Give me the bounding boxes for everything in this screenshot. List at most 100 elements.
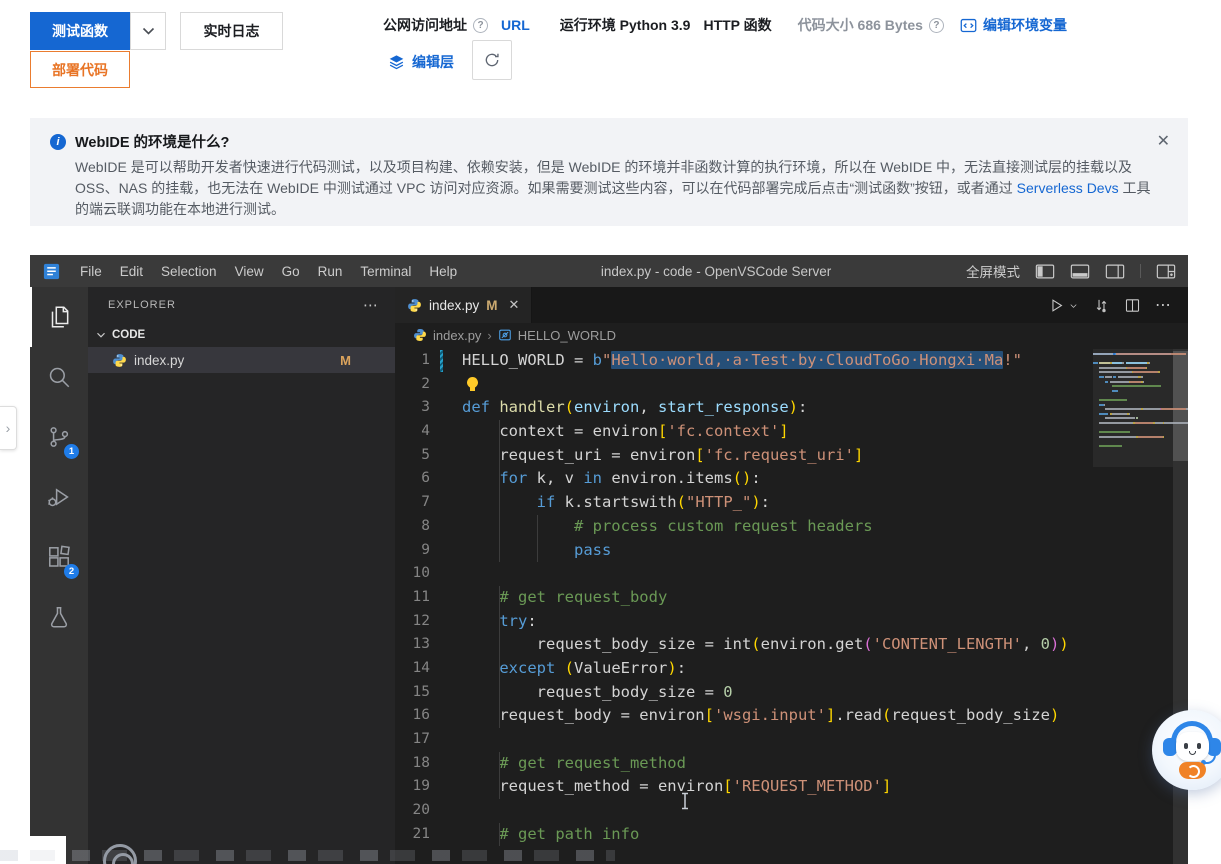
test-function-dropdown[interactable] bbox=[130, 12, 166, 50]
code-line-5[interactable]: 5 request_uri = environ['fc.request_uri'… bbox=[395, 444, 1188, 468]
workspace-section-code[interactable]: CODE bbox=[88, 323, 395, 347]
line-number: 13 bbox=[395, 633, 430, 657]
toggle-sidebar-icon[interactable] bbox=[1035, 263, 1055, 280]
breadcrumb-file[interactable]: index.py bbox=[433, 328, 481, 343]
code-line-13[interactable]: 13 request_body_size = int(environ.get('… bbox=[395, 633, 1188, 657]
window-title: index.py - code - OpenVSCode Server bbox=[466, 264, 966, 279]
refresh-button[interactable] bbox=[472, 40, 512, 80]
realtime-logs-button[interactable]: 实时日志 bbox=[180, 12, 283, 50]
code-line-14[interactable]: 14 except (ValueError): bbox=[395, 657, 1188, 681]
close-icon[interactable]: ✕ bbox=[1157, 131, 1170, 151]
code-line-17[interactable]: 17 bbox=[395, 728, 1188, 752]
headphone-ear-icon bbox=[1163, 738, 1177, 756]
testing-activity-icon[interactable] bbox=[30, 587, 88, 647]
breadcrumb-symbol[interactable]: HELLO_WORLD bbox=[518, 328, 616, 343]
code-line-8[interactable]: 8 # process custom request headers bbox=[395, 515, 1188, 539]
line-number: 16 bbox=[395, 704, 430, 728]
code-line-1[interactable]: 1HELLO_WORLD = b"Hello·world,·a·Test·by·… bbox=[395, 349, 1188, 373]
close-tab-icon[interactable]: ✕ bbox=[509, 297, 520, 313]
line-number: 15 bbox=[395, 681, 430, 705]
minimap-line bbox=[1093, 436, 1171, 438]
line-number: 10 bbox=[395, 562, 430, 586]
minimap-line bbox=[1093, 445, 1171, 447]
git-modified-badge: M bbox=[340, 353, 351, 368]
edit-layers-link[interactable]: 编辑层 bbox=[412, 52, 454, 72]
code-line-6[interactable]: 6 for k, v in environ.items(): bbox=[395, 467, 1188, 491]
code-line-18[interactable]: 18 # get request_method bbox=[395, 752, 1188, 776]
divider bbox=[1140, 264, 1141, 278]
symbol-variable-icon bbox=[498, 328, 512, 342]
minimap-line bbox=[1093, 422, 1171, 424]
menu-run[interactable]: Run bbox=[309, 264, 352, 279]
menu-help[interactable]: Help bbox=[420, 264, 466, 279]
minimap-line bbox=[1093, 427, 1171, 429]
code-line-20[interactable]: 20 bbox=[395, 799, 1188, 823]
run-debug-activity-icon[interactable] bbox=[30, 467, 88, 527]
tab-bar: index.py M ✕ ⋯ bbox=[395, 287, 1188, 323]
robot-body bbox=[1179, 762, 1206, 779]
menu-terminal[interactable]: Terminal bbox=[351, 264, 420, 279]
code-line-10[interactable]: 10 bbox=[395, 562, 1188, 586]
menu-edit[interactable]: Edit bbox=[111, 264, 152, 279]
more-actions-icon[interactable]: ⋯ bbox=[363, 296, 379, 314]
more-actions-icon[interactable]: ⋯ bbox=[1155, 295, 1172, 315]
minimap-line bbox=[1093, 417, 1171, 419]
menu-file[interactable]: File bbox=[71, 264, 111, 279]
code-line-7[interactable]: 7 if k.startswith("HTTP_"): bbox=[395, 491, 1188, 515]
code-line-16[interactable]: 16 request_body = environ['wsgi.input'].… bbox=[395, 704, 1188, 728]
page: 测试函数 实时日志 部署代码 公网访问地址 ? URL 运行环境 Python … bbox=[0, 0, 1221, 864]
vscode-logo-icon bbox=[42, 262, 61, 281]
minimap[interactable] bbox=[1093, 353, 1171, 449]
tab-indexpy[interactable]: index.py M ✕ bbox=[395, 287, 532, 323]
python-file-icon bbox=[112, 353, 127, 368]
run-python-file-button[interactable] bbox=[1048, 297, 1079, 314]
code-line-11[interactable]: 11 # get request_body bbox=[395, 586, 1188, 610]
help-icon[interactable]: ? bbox=[929, 18, 944, 33]
line-number: 17 bbox=[395, 728, 430, 752]
code-editor[interactable]: 1HELLO_WORLD = b"Hello·world,·a·Test·by·… bbox=[395, 349, 1188, 864]
code-line-3[interactable]: 3def handler(environ, start_response): bbox=[395, 396, 1188, 420]
code-line-21[interactable]: 21 # get path info bbox=[395, 823, 1188, 847]
panel-expander-handle[interactable]: › bbox=[0, 406, 17, 450]
code-line-15[interactable]: 15 request_body_size = 0 bbox=[395, 681, 1188, 705]
runtime-label: 运行环境 Python 3.9 bbox=[560, 15, 691, 35]
scm-badge: 1 bbox=[64, 444, 79, 459]
source-control-activity-icon[interactable]: 1 bbox=[30, 407, 88, 467]
line-number: 11 bbox=[395, 586, 430, 610]
fullscreen-toggle[interactable]: 全屏模式 bbox=[966, 261, 1020, 281]
toggle-panel-icon[interactable] bbox=[1070, 263, 1090, 280]
url-link[interactable]: URL bbox=[501, 17, 530, 33]
customize-layout-icon[interactable] bbox=[1156, 263, 1176, 280]
menu-view[interactable]: View bbox=[226, 264, 273, 279]
menu-go[interactable]: Go bbox=[273, 264, 309, 279]
public-url-label: 公网访问地址 bbox=[383, 15, 467, 35]
code-line-4[interactable]: 4 context = environ['fc.context'] bbox=[395, 420, 1188, 444]
file-item-indexpy[interactable]: index.py M bbox=[88, 347, 395, 373]
play-icon bbox=[1048, 297, 1065, 314]
search-activity-icon[interactable] bbox=[30, 347, 88, 407]
menu-selection[interactable]: Selection bbox=[152, 264, 226, 279]
code-line-9[interactable]: 9 pass bbox=[395, 539, 1188, 563]
test-function-button[interactable]: 测试函数 bbox=[30, 12, 130, 50]
help-icon[interactable]: ? bbox=[473, 18, 488, 33]
code-line-19[interactable]: 19 request_method = environ['REQUEST_MET… bbox=[395, 775, 1188, 799]
code-line-12[interactable]: 12 try: bbox=[395, 610, 1188, 634]
explorer-sidebar: EXPLORER ⋯ CODE index.py M bbox=[88, 287, 395, 864]
extensions-activity-icon[interactable]: 2 bbox=[30, 527, 88, 587]
scrollbar-thumb[interactable] bbox=[1173, 351, 1188, 461]
http-function-label: HTTP 函数 bbox=[703, 15, 771, 35]
banner-body: WebIDE 是可以帮助开发者快速进行代码测试，以及项目构建、依赖安装，但是 W… bbox=[75, 157, 1163, 220]
code-line-2[interactable]: 2 bbox=[395, 373, 1188, 397]
split-editor-icon[interactable] bbox=[1124, 297, 1141, 314]
minimap-line bbox=[1093, 371, 1171, 373]
explorer-activity-icon[interactable] bbox=[30, 287, 88, 347]
section-label: CODE bbox=[112, 329, 145, 341]
editor-group: index.py M ✕ ⋯ bbox=[395, 287, 1188, 864]
lightbulb-icon bbox=[467, 377, 478, 388]
minimap-line bbox=[1093, 399, 1171, 401]
serverless-devs-link[interactable]: Serverless Devs bbox=[1017, 180, 1119, 196]
open-changes-icon[interactable] bbox=[1093, 297, 1110, 314]
edit-env-vars-link[interactable]: 编辑环境变量 bbox=[983, 15, 1067, 35]
deploy-code-button[interactable]: 部署代码 bbox=[30, 51, 130, 88]
toggle-secondary-sidebar-icon[interactable] bbox=[1105, 263, 1125, 280]
